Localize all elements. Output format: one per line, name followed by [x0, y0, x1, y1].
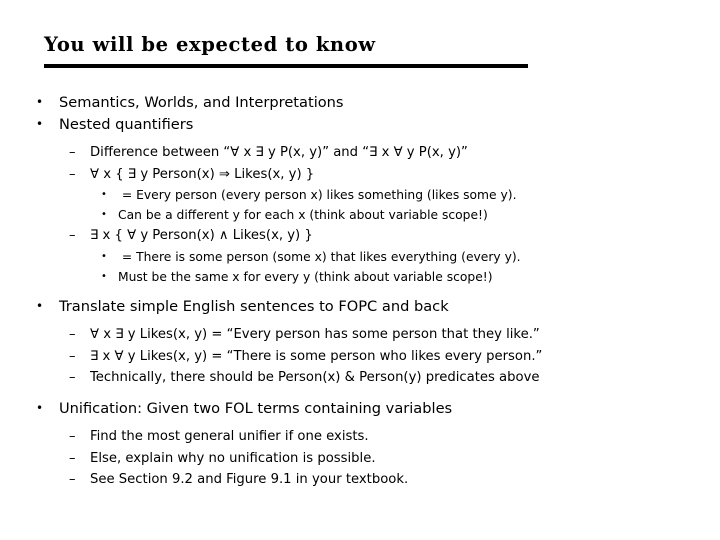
bullet-marker-icon: •: [101, 270, 107, 282]
bullet-item-label: Find the most general unifier if one exi…: [90, 429, 369, 444]
bullet-item-label: Else, explain why no unification is poss…: [90, 450, 376, 466]
bullet-item-level-2: – Technically, there should be Person(x) …: [0, 367, 720, 389]
bullet-item-label: Difference between “∀ x ∃ y P(x, y)” and…: [90, 145, 468, 160]
bullet-item-label: = Every person (every person x) likes so…: [118, 188, 517, 202]
bullet-item-level-1: • Unification: Given two FOL terms contai…: [0, 398, 720, 420]
bullet-marker-icon: •: [36, 116, 44, 131]
bullet-marker-icon: •: [36, 95, 44, 109]
bullet-item-level-2: – ∃ x { ∀ y Person(x) ∧ Likes(x, y) }: [0, 225, 720, 247]
bullet-item-label: ∀ x ∃ y Likes(x, y) = “Every person has …: [90, 327, 540, 342]
bullet-item-label: Nested quantifiers: [59, 115, 194, 133]
dash-marker-icon: –: [69, 348, 76, 364]
bullet-marker-icon: •: [36, 400, 44, 415]
dash-marker-icon: –: [69, 327, 76, 342]
dash-marker-icon: –: [69, 145, 76, 160]
bullet-item-level-2: – ∃ x ∀ y Likes(x, y) = “There is some pe…: [0, 346, 720, 368]
bullet-item-label: ∃ x ∀ y Likes(x, y) = “There is some per…: [90, 348, 543, 364]
bullet-item-level-2: – Difference between “∀ x ∃ y P(x, y)” an…: [0, 142, 720, 164]
bullet-item-level-2: – ∀ x { ∃ y Person(x) ⇒ Likes(x, y) }: [0, 164, 720, 186]
bullet-item-label: Translate simple English sentences to FO…: [59, 297, 449, 315]
bullet-item-label: Unification: Given two FOL terms contain…: [59, 399, 453, 417]
dash-marker-icon: –: [69, 450, 76, 466]
bullet-item-level-1: • Translate simple English sentences to F…: [0, 296, 720, 318]
dash-marker-icon: –: [69, 166, 76, 182]
bullet-item-level-1: • Semantics, Worlds, and Interpretations: [0, 92, 720, 114]
dash-marker-icon: –: [69, 370, 76, 385]
bullet-marker-icon: •: [101, 189, 107, 200]
bullet-item-label: Must be the same x for every y (think ab…: [118, 269, 493, 284]
bullet-item-level-3: • = There is some person (some x) that l…: [0, 247, 720, 267]
bullet-item-level-2: – Else, explain why no unification is pos…: [0, 448, 720, 470]
dash-marker-icon: –: [69, 228, 76, 243]
bullet-item-label: ∀ x { ∃ y Person(x) ⇒ Likes(x, y) }: [90, 166, 315, 182]
bullet-marker-icon: •: [101, 250, 107, 262]
slide: You will be expected to know • Semantics,…: [0, 0, 720, 540]
bullet-item-level-3: • = Every person (every person x) likes …: [0, 185, 720, 205]
title-underline-rule: [44, 64, 528, 68]
bullet-item-label: Semantics, Worlds, and Interpretations: [59, 94, 344, 111]
bullet-item-label: See Section 9.2 and Figure 9.1 in your t…: [90, 472, 409, 487]
title-block: You will be expected to know: [44, 33, 604, 68]
bullet-item-level-2: – Find the most general unifier if one ex…: [0, 426, 720, 448]
page-title: You will be expected to know: [44, 33, 376, 56]
bullet-item-label: Can be a different y for each x (think a…: [118, 208, 488, 222]
bullet-item-level-2: – ∀ x ∃ y Likes(x, y) = “Every person has…: [0, 324, 720, 346]
bullet-marker-icon: •: [101, 209, 107, 220]
dash-marker-icon: –: [69, 472, 76, 487]
bullet-item-level-2: – See Section 9.2 and Figure 9.1 in your …: [0, 469, 720, 491]
bullet-item-level-3: • Can be a different y for each x (think …: [0, 205, 720, 225]
bullet-item-level-3: • Must be the same x for every y (think a…: [0, 267, 720, 287]
slide-body: • Semantics, Worlds, and Interpretations •…: [0, 92, 720, 491]
bullet-item-label: Technically, there should be Person(x) &…: [90, 370, 540, 385]
dash-marker-icon: –: [69, 429, 76, 444]
bullet-item-label: = There is some person (some x) that lik…: [118, 249, 521, 264]
bullet-item-level-1: • Nested quantifiers: [0, 114, 720, 136]
bullet-item-label: ∃ x { ∀ y Person(x) ∧ Likes(x, y) }: [90, 228, 313, 243]
bullet-marker-icon: •: [36, 298, 44, 313]
